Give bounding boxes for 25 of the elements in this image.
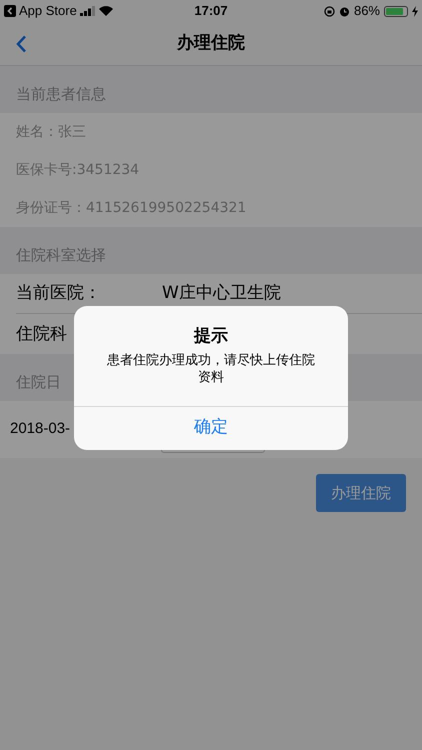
signal-icon [80, 6, 96, 16]
date-text[interactable]: 2018-03- [10, 418, 70, 441]
rotation-lock-icon [324, 6, 335, 16]
nav-title: 办理住院 [177, 32, 245, 55]
charging-icon [412, 6, 418, 16]
back-icon[interactable] [16, 34, 27, 52]
dialog-title: 提示 [194, 325, 228, 348]
confirm-button[interactable]: 确定 [74, 406, 348, 450]
back-app-icon[interactable] [4, 5, 16, 17]
field-label: 当前医院： [16, 285, 102, 302]
back-app-label[interactable]: App Store [19, 1, 77, 21]
alarm-icon [338, 6, 350, 16]
wifi-icon [98, 6, 113, 16]
status-time: 17:07 [193, 2, 229, 20]
info-text: 身份证号：411526199502254321 [16, 198, 246, 218]
battery-percent: 86% [354, 2, 380, 20]
field-label: 住院科 [16, 326, 68, 342]
battery-icon [384, 6, 408, 16]
info-text: 医保卡号:3451234 [16, 160, 140, 180]
section-header: 住院日 [16, 372, 61, 392]
field-value[interactable]: W庄中心卫生院 [162, 285, 281, 302]
dialog-message: 患者住院办理成功，请尽快上传住院资料 [106, 352, 316, 386]
info-text: 姓名：张三 [16, 122, 86, 142]
section-header: 当前患者信息 [16, 84, 106, 104]
section-header: 住院科室选择 [16, 244, 106, 266]
